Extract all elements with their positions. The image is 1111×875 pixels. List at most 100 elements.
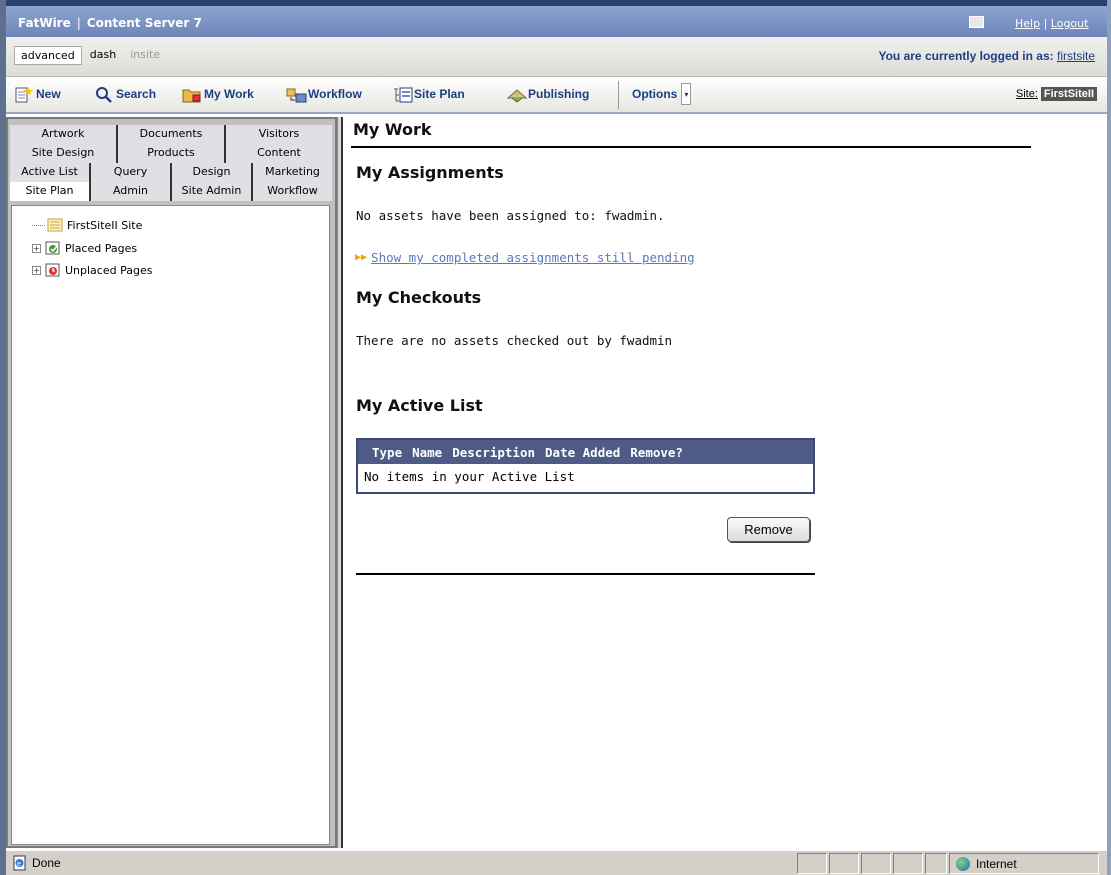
tab-query[interactable]: Query xyxy=(91,163,172,182)
status-cell xyxy=(829,853,859,874)
left-navigation-panel: Artwork Documents Visitors Site Design P… xyxy=(6,117,337,848)
column-header-remove: Remove? xyxy=(630,444,683,460)
publishing-button[interactable]: Publishing xyxy=(506,86,590,103)
folder-icon xyxy=(182,86,202,103)
mode-tab-insite[interactable]: insite xyxy=(124,46,166,65)
new-label: New xyxy=(36,87,61,101)
active-list-table: Type Name Description Date Added Remove?… xyxy=(356,438,815,494)
help-link[interactable]: Help xyxy=(1015,17,1040,30)
column-header-type: Type xyxy=(372,444,403,460)
options-dropdown-icon[interactable]: ▾ xyxy=(681,83,692,105)
product-name: Content Server 7 xyxy=(86,16,202,30)
tree-item-placed-pages[interactable]: + Placed Pages xyxy=(32,239,137,257)
main-toolbar: New Search My Work Workflow Site Plan Pu… xyxy=(6,77,1107,114)
site-tree: FirstSiteII Site + Placed Pages + Unplac… xyxy=(11,205,330,845)
main-content: My Work My Assignments No assets have be… xyxy=(345,117,1107,848)
tree-item-unplaced-pages[interactable]: + Unplaced Pages xyxy=(32,261,152,279)
new-button[interactable]: New xyxy=(14,86,61,103)
help-links: Help | Logout xyxy=(1015,17,1089,30)
search-label: Search xyxy=(116,87,157,101)
expand-icon[interactable]: + xyxy=(32,243,41,253)
tab-site-design[interactable]: Site Design xyxy=(10,144,118,163)
tab-row: Site Plan Admin Site Admin Workflow xyxy=(10,182,332,201)
my-work-button[interactable]: My Work xyxy=(182,86,254,103)
workflow-icon xyxy=(286,86,307,103)
pending-assignments-link[interactable]: ▶▶ Show my completed assignments still p… xyxy=(355,250,695,265)
brand-name: FatWire xyxy=(18,16,71,30)
tab-site-plan[interactable]: Site Plan xyxy=(10,182,91,201)
zone-label: Internet xyxy=(976,856,1017,871)
window-icon[interactable] xyxy=(969,16,984,28)
column-header-name: Name xyxy=(412,444,443,460)
tab-documents[interactable]: Documents xyxy=(118,125,226,144)
publishing-label: Publishing xyxy=(528,87,590,101)
tab-site-admin[interactable]: Site Admin xyxy=(172,182,253,201)
brand: FatWire | Content Server 7 xyxy=(18,16,202,30)
pending-link-text: Show my completed assignments still pend… xyxy=(371,250,695,265)
assignments-heading: My Assignments xyxy=(356,163,504,182)
options-label: Options xyxy=(632,87,678,101)
login-info: You are currently logged in as: firstsit… xyxy=(878,49,1095,63)
site-label[interactable]: Site: xyxy=(1016,88,1038,100)
status-bar: e Done Internet xyxy=(6,850,1107,875)
site-value: FirstSiteII xyxy=(1040,87,1097,101)
tab-marketing[interactable]: Marketing xyxy=(253,163,332,182)
table-empty-row: No items in your Active List xyxy=(358,464,813,492)
page-title: My Work xyxy=(353,120,432,139)
tab-visitors[interactable]: Visitors xyxy=(226,125,332,144)
tab-workflow[interactable]: Workflow xyxy=(253,182,332,201)
status-text: Done xyxy=(32,856,61,870)
mode-tab-advanced[interactable]: advanced xyxy=(14,46,82,65)
tree-item-label: FirstSiteII Site xyxy=(67,218,143,232)
tab-artwork[interactable]: Artwork xyxy=(10,125,118,144)
workflow-label: Workflow xyxy=(308,87,362,101)
column-header-date-added: Date Added xyxy=(545,444,621,460)
tab-content[interactable]: Content xyxy=(226,144,332,163)
tab-design[interactable]: Design xyxy=(172,163,253,182)
toolbar-divider xyxy=(618,81,619,109)
svg-text:e: e xyxy=(17,861,21,868)
status-cell xyxy=(861,853,891,874)
app-window: FatWire | Content Server 7 Help | Logout a… xyxy=(0,0,1111,875)
mode-tabs: advanced dash insite xyxy=(14,46,168,65)
unplaced-page-icon xyxy=(45,263,61,277)
status-cell xyxy=(797,853,827,874)
table-header: Type Name Description Date Added Remove? xyxy=(358,440,813,464)
checkouts-heading: My Checkouts xyxy=(356,288,482,307)
tab-row: Active List Query Design Marketing xyxy=(10,163,332,182)
active-list-heading: My Active List xyxy=(356,396,483,415)
mode-tab-dash[interactable]: dash xyxy=(84,46,122,65)
login-prefix: You are currently logged in as: xyxy=(878,49,1054,63)
mode-bar: advanced dash insite You are currently l… xyxy=(6,37,1107,77)
tab-active-list[interactable]: Active List xyxy=(10,163,91,182)
tab-products[interactable]: Products xyxy=(118,144,226,163)
tab-admin[interactable]: Admin xyxy=(91,182,172,201)
globe-icon xyxy=(956,856,970,871)
section-divider xyxy=(356,573,815,575)
tree-item-label: Unplaced Pages xyxy=(65,263,153,277)
logout-link[interactable]: Logout xyxy=(1051,17,1089,30)
double-arrow-icon: ▶▶ xyxy=(355,252,368,263)
panel-splitter[interactable] xyxy=(337,117,343,848)
expand-icon[interactable]: + xyxy=(32,265,41,275)
nav-tabs: Artwork Documents Visitors Site Design P… xyxy=(10,121,332,205)
title-divider xyxy=(351,146,1031,148)
remove-button[interactable]: Remove xyxy=(727,517,810,542)
tree-item-label: Placed Pages xyxy=(65,241,138,255)
search-icon xyxy=(94,86,114,103)
options-menu[interactable]: Options ▾ xyxy=(632,83,692,105)
site-plan-label: Site Plan xyxy=(414,87,465,101)
my-work-label: My Work xyxy=(204,87,254,101)
status-cell xyxy=(893,853,923,874)
tree-connector xyxy=(32,224,45,226)
site-plan-button[interactable]: Site Plan xyxy=(392,86,465,103)
workflow-button[interactable]: Workflow xyxy=(286,86,362,103)
new-document-icon xyxy=(14,86,34,103)
tab-row: Site Design Products Content xyxy=(10,144,332,163)
login-user-link[interactable]: firstsite xyxy=(1057,49,1095,63)
assignments-text: No assets have been assigned to: fwadmin… xyxy=(356,208,665,223)
column-header-description: Description xyxy=(452,444,536,460)
checkouts-text: There are no assets checked out by fwadm… xyxy=(356,333,673,348)
tree-item-site-root[interactable]: FirstSiteII Site xyxy=(32,216,142,234)
search-button[interactable]: Search xyxy=(94,86,157,103)
